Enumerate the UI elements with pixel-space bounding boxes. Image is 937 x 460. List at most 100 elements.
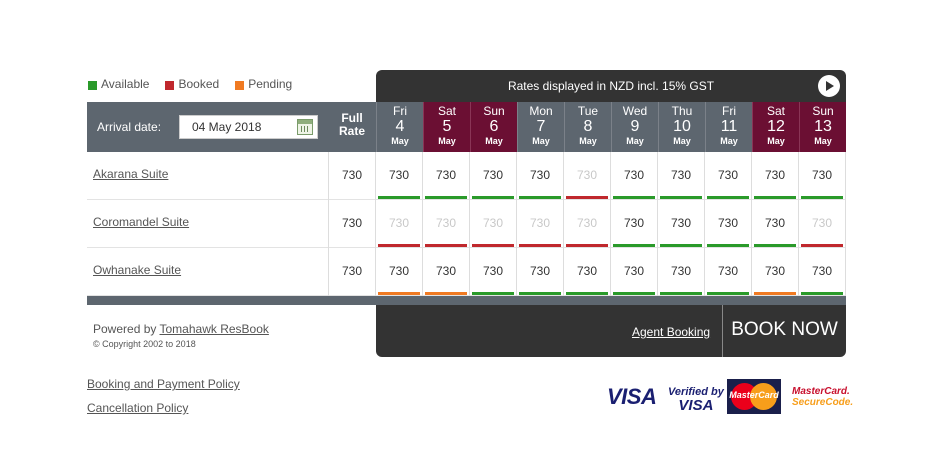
rate-cell[interactable]: 730	[658, 248, 705, 296]
day-name: Sun	[812, 104, 834, 118]
rates-banner: Rates displayed in NZD incl. 15% GST	[376, 70, 846, 102]
booking-payment-policy-link[interactable]: Booking and Payment Policy	[87, 377, 240, 391]
day-number: 6	[489, 118, 499, 135]
day-name: Fri	[393, 104, 407, 118]
status-indicator-available	[613, 196, 655, 199]
powered-by: Powered by Tomahawk ResBook	[93, 322, 269, 336]
status-indicator-pending	[754, 292, 796, 295]
agent-booking-link[interactable]: Agent Booking	[632, 325, 710, 339]
cancellation-policy-link[interactable]: Cancellation Policy	[87, 401, 188, 415]
room-rates-table: Akarana Suite 730 730 730 730 730 730 730 730 730…	[87, 152, 846, 296]
resbook-link[interactable]: Tomahawk ResBook	[160, 322, 269, 336]
table-bottom-bar	[87, 296, 846, 305]
arrival-date-field[interactable]	[179, 115, 318, 139]
rate-cell[interactable]: 730	[564, 248, 611, 296]
arrival-date-input[interactable]	[180, 116, 290, 138]
room-name-link[interactable]: Akarana Suite	[93, 167, 168, 181]
legend-pending-label: Pending	[248, 77, 293, 91]
rate-value: 730	[717, 216, 739, 230]
rate-cell[interactable]: 730	[658, 152, 705, 200]
day-name: Mon	[529, 104, 553, 118]
rate-cell[interactable]: 730	[705, 152, 752, 200]
room-name-link[interactable]: Coromandel Suite	[93, 215, 189, 229]
rate-cell[interactable]: 730	[423, 152, 470, 200]
rate-value: 730	[388, 168, 410, 182]
day-name: Sun	[483, 104, 505, 118]
rate-cell[interactable]: 730	[611, 152, 658, 200]
day-header: Mon 7 May	[517, 102, 564, 152]
rate-cell[interactable]: 730	[705, 200, 752, 248]
rate-value: 730	[576, 168, 598, 182]
copyright: © Copyright 2002 to 2018	[93, 339, 196, 349]
rate-value: 730	[529, 216, 551, 230]
next-dates-icon[interactable]	[818, 75, 840, 97]
day-number: 4	[395, 118, 405, 135]
room-name-link[interactable]: Owhanake Suite	[93, 263, 181, 277]
status-indicator-booked	[566, 244, 608, 247]
status-indicator-available	[519, 292, 561, 295]
rate-cell[interactable]: 730	[705, 248, 752, 296]
rate-value: 730	[482, 264, 504, 278]
rate-cell[interactable]: 730	[564, 200, 611, 248]
verified-visa-text: VISA	[678, 397, 714, 414]
day-name: Tue	[577, 104, 599, 118]
day-header: Fri 4 May	[376, 102, 423, 152]
rate-cell[interactable]: 730	[423, 248, 470, 296]
rate-cell[interactable]: 730	[611, 248, 658, 296]
powered-by-text: Powered by	[93, 322, 157, 336]
rate-value: 730	[435, 216, 457, 230]
rate-cell[interactable]: 730	[799, 200, 846, 248]
rate-value: 730	[623, 216, 645, 230]
rate-cell[interactable]: 730	[799, 248, 846, 296]
day-number: 11	[720, 118, 738, 135]
rate-cell[interactable]: 730	[517, 152, 564, 200]
mastercard-text: MasterCard	[729, 390, 779, 400]
securecode-top-text: MasterCard.	[792, 386, 850, 397]
room-row: Owhanake Suite 730 730 730 730 730 730 730 730 73…	[87, 248, 846, 296]
status-indicator-booked	[566, 196, 608, 199]
rate-cell[interactable]: 730	[564, 152, 611, 200]
day-name: Fri	[722, 104, 736, 118]
rate-cell[interactable]: 730	[470, 200, 517, 248]
rate-value: 730	[482, 216, 504, 230]
day-number: 8	[583, 118, 593, 135]
booked-swatch	[165, 80, 175, 90]
rate-value: 730	[764, 216, 786, 230]
day-number: 7	[536, 118, 546, 135]
rate-cell[interactable]: 730	[752, 248, 799, 296]
rate-cell[interactable]: 730	[376, 248, 423, 296]
full-rate-cell: 730	[328, 200, 376, 248]
status-indicator-booked	[425, 244, 467, 247]
rate-cell[interactable]: 730	[611, 200, 658, 248]
rate-cell[interactable]: 730	[517, 248, 564, 296]
day-header: Sat 5 May	[423, 102, 470, 152]
rate-value: 730	[670, 264, 692, 278]
day-month: May	[767, 136, 785, 146]
rate-cell[interactable]: 730	[752, 200, 799, 248]
rate-cell[interactable]: 730	[470, 248, 517, 296]
calendar-icon[interactable]	[297, 119, 313, 135]
book-now-button[interactable]: BOOK NOW	[723, 305, 846, 357]
rate-value: 730	[529, 168, 551, 182]
rate-cell[interactable]: 730	[470, 152, 517, 200]
rate-value: 730	[670, 168, 692, 182]
day-month: May	[673, 136, 691, 146]
rate-cell[interactable]: 730	[517, 200, 564, 248]
day-header: Sat 12 May	[752, 102, 799, 152]
securecode-bottom-text: SecureCode.	[792, 397, 854, 408]
full-rate-cell: 730	[328, 152, 376, 200]
mastercard-logo: MasterCard	[727, 379, 781, 414]
rate-cell[interactable]: 730	[423, 200, 470, 248]
day-number: 10	[673, 118, 691, 135]
rate-cell[interactable]: 730	[799, 152, 846, 200]
rate-value: 730	[811, 216, 833, 230]
available-swatch	[88, 80, 97, 90]
rate-cell[interactable]: 730	[376, 200, 423, 248]
status-indicator-booked	[472, 244, 514, 247]
day-month: May	[579, 136, 597, 146]
rate-cell[interactable]: 730	[376, 152, 423, 200]
day-header: Wed 9 May	[611, 102, 658, 152]
rate-cell[interactable]: 730	[752, 152, 799, 200]
status-indicator-available	[660, 292, 702, 295]
rate-cell[interactable]: 730	[658, 200, 705, 248]
